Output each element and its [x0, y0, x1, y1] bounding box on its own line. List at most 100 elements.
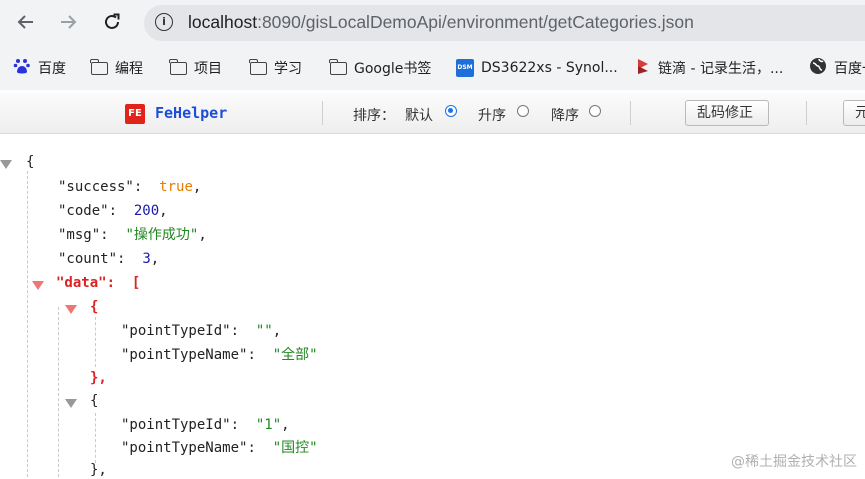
toolbar-divider — [322, 101, 323, 125]
json-comma: , — [159, 203, 168, 219]
json-colon: : — [133, 179, 143, 195]
json-line-success: "success": true, — [58, 178, 201, 196]
json-line-data: "data": [ — [56, 274, 140, 292]
bookmark-label: 百度一 — [834, 61, 865, 77]
bookmark-baidu-more[interactable]: 百度一 — [809, 58, 865, 78]
json-brace: { — [90, 299, 99, 315]
collapse-toggle-icon[interactable] — [65, 399, 77, 408]
json-comma: , — [198, 227, 207, 243]
url-host: localhost — [188, 12, 258, 32]
json-viewer: { "success": true, "code": 200, "msg": "… — [0, 133, 865, 479]
json-line-root-open: { — [26, 153, 34, 171]
json-colon: : — [100, 227, 109, 243]
json-comma: , — [272, 323, 282, 339]
json-key: "code" — [58, 203, 109, 219]
json-key: "data" — [56, 275, 107, 291]
bookmark-label: 百度 — [38, 61, 66, 77]
collapse-toggle-icon[interactable] — [32, 281, 44, 290]
sort-label: 排序： — [353, 108, 395, 124]
folder-icon — [249, 58, 267, 75]
folder-icon — [90, 58, 108, 75]
back-arrow-icon[interactable] — [11, 7, 41, 37]
bookmark-label: 项目 — [194, 61, 222, 77]
bookmark-folder-xuexi[interactable]: 学习 — [249, 58, 302, 78]
fehelper-toolbar: FE FeHelper 排序： 默认 升序 降序 乱码修正 元 — [0, 93, 865, 134]
json-comma: , — [150, 251, 160, 267]
fix-encoding-button[interactable]: 乱码修正 — [685, 100, 769, 126]
json-colon: : — [106, 275, 116, 291]
browser-toolbar: i localhost:8090/gisLocalDemoApi/environ… — [0, 0, 865, 46]
json-colon: : — [247, 347, 256, 363]
info-icon[interactable]: i — [155, 13, 173, 31]
bookmark-ld246[interactable]: 链滴 - 记录生活，... — [635, 58, 783, 78]
json-line-object-open: { — [90, 392, 98, 410]
baidu-icon — [13, 57, 31, 79]
folder-icon — [169, 58, 187, 75]
json-line-pointtypeid: "pointTypeId": "", — [121, 322, 281, 340]
json-key: "pointTypeName" — [121, 347, 248, 363]
folder-icon — [329, 58, 347, 75]
json-colon: : — [108, 203, 118, 219]
bookmark-folder-biancheng[interactable]: 编程 — [90, 58, 143, 78]
sort-asc-label[interactable]: 升序 — [478, 105, 506, 125]
bookmark-baidu[interactable]: 百度 — [13, 58, 66, 78]
indent-guide — [95, 413, 96, 463]
bookmark-folder-google[interactable]: Google书签 — [329, 58, 432, 78]
bookmark-label: 编程 — [115, 61, 143, 77]
collapse-toggle-icon[interactable] — [0, 160, 12, 169]
json-colon: : — [117, 251, 126, 267]
bookmark-label: DS3622xs - Synol... — [481, 60, 618, 76]
json-line-pointtypename: "pointTypeName": "国控" — [121, 439, 318, 457]
forward-arrow-icon[interactable] — [53, 7, 83, 37]
json-value-string: "1" — [255, 417, 282, 433]
sort-default-radio[interactable] — [445, 105, 457, 117]
url-path: :8090/gisLocalDemoApi/environment/getCat… — [257, 12, 694, 32]
json-line-pointtypename: "pointTypeName": "全部" — [121, 346, 318, 364]
json-line-object-close: }, — [90, 461, 107, 479]
json-line-object-open: { — [90, 298, 98, 316]
json-colon: : — [230, 323, 240, 339]
json-comma: , — [281, 417, 290, 433]
json-key: "pointTypeName" — [121, 440, 248, 456]
json-comma: , — [192, 179, 202, 195]
json-key: "pointTypeId" — [121, 323, 231, 339]
sort-desc-label[interactable]: 降序 — [551, 105, 579, 125]
json-line-msg: "msg": "操作成功", — [58, 226, 207, 244]
indent-guide — [58, 307, 59, 477]
reload-icon[interactable] — [97, 7, 127, 37]
json-line-pointtypeid: "pointTypeId": "1", — [121, 416, 290, 434]
indent-guide — [27, 171, 28, 477]
ld-icon — [635, 57, 651, 79]
bookmark-folder-xiangmu[interactable]: 项目 — [169, 58, 222, 78]
fehelper-title[interactable]: FeHelper — [155, 104, 227, 122]
sort-asc-radio[interactable] — [517, 105, 529, 117]
globe-icon — [809, 57, 827, 79]
bookmarks-bar: 百度 编程 项目 学习 Google书签 DSM DS3622xs - Syno… — [0, 46, 865, 90]
sort-desc-radio[interactable] — [589, 105, 601, 117]
json-line-code: "code": 200, — [58, 202, 168, 220]
address-bar[interactable]: i localhost:8090/gisLocalDemoApi/environ… — [144, 5, 865, 41]
json-value-number: 3 — [142, 251, 151, 267]
json-colon: : — [247, 440, 256, 456]
toolbar-divider — [806, 101, 807, 125]
url-text[interactable]: localhost:8090/gisLocalDemoApi/environme… — [188, 12, 694, 33]
bookmark-label: Google书签 — [354, 61, 432, 77]
toolbar-divider — [630, 101, 631, 125]
json-brace: { — [26, 154, 35, 170]
json-colon: : — [230, 417, 240, 433]
bookmark-label: 链滴 - 记录生活，... — [658, 61, 784, 77]
collapse-toggle-icon[interactable] — [65, 305, 77, 314]
json-value-string: "操作成功" — [125, 227, 199, 243]
json-key: "pointTypeId" — [121, 417, 231, 433]
json-line-object-close: }, — [90, 369, 107, 387]
toolbar-next-button[interactable]: 元 — [843, 100, 865, 126]
dsm-icon: DSM — [456, 59, 474, 77]
json-bracket: [ — [131, 275, 141, 291]
json-value-string: "全部" — [272, 347, 318, 363]
sort-default-label[interactable]: 默认 — [405, 105, 433, 125]
json-value-number: 200 — [133, 203, 160, 219]
json-key: "success" — [58, 179, 134, 195]
fehelper-logo-icon: FE — [125, 104, 145, 124]
json-value-boolean: true — [159, 179, 193, 195]
bookmark-ds3622xs[interactable]: DSM DS3622xs - Synol... — [456, 58, 618, 78]
